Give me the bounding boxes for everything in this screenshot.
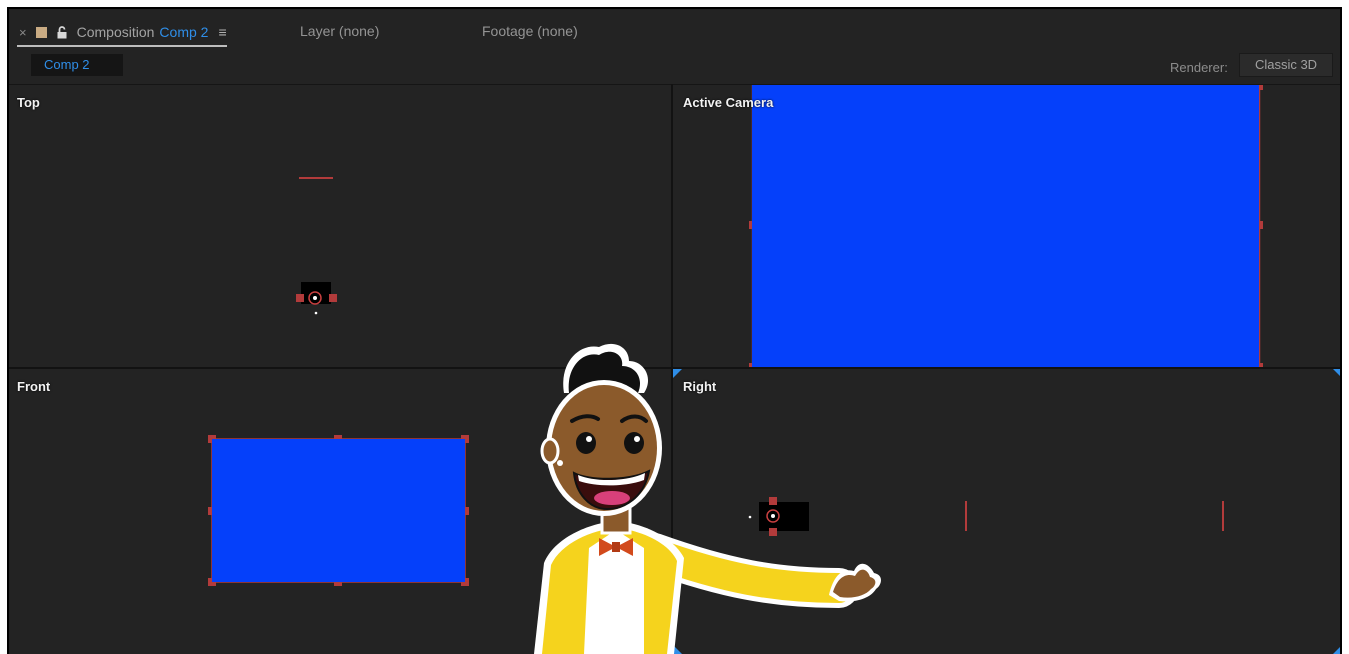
tab-footage[interactable]: Footage (none) (482, 23, 578, 39)
view-label-front: Front (17, 379, 51, 394)
renderer-button[interactable]: Classic 3D (1239, 53, 1333, 77)
tab-composition-label: Composition (76, 24, 155, 40)
viewport-active-camera[interactable]: Active Camera (673, 84, 1342, 369)
renderer-label: Renderer: (1170, 60, 1228, 75)
viewport-top[interactable]: Top (7, 84, 671, 369)
top-view-graphics (296, 177, 337, 315)
panel-menu-icon[interactable]: ≡ (218, 24, 226, 40)
composition-breadcrumb[interactable]: Comp 2 (31, 54, 123, 76)
active-tab-underline (17, 45, 227, 47)
tab-composition[interactable]: × Composition Comp 2 ≡ (17, 21, 227, 47)
layer-solid[interactable] (752, 85, 1259, 368)
tab-composition-name: Comp 2 (159, 24, 209, 40)
view-label-active-camera: Active Camera (683, 95, 774, 110)
tab-layer[interactable]: Layer (none) (300, 23, 379, 39)
composition-navigator-bar: Comp 2 Renderer: Classic 3D (7, 51, 1342, 84)
composition-panel: × Composition Comp 2 ≡ Layer (none) Foot… (7, 7, 1342, 654)
panel-tab-bar: × Composition Comp 2 ≡ Layer (none) Foot… (7, 7, 1342, 51)
view-label-top: Top (17, 95, 40, 110)
presenter-character-illustration (534, 343, 881, 654)
lock-icon[interactable] (57, 25, 67, 39)
label-color-swatch[interactable] (35, 26, 47, 38)
close-tab-icon[interactable]: × (19, 25, 27, 40)
layer-solid[interactable] (212, 439, 465, 582)
